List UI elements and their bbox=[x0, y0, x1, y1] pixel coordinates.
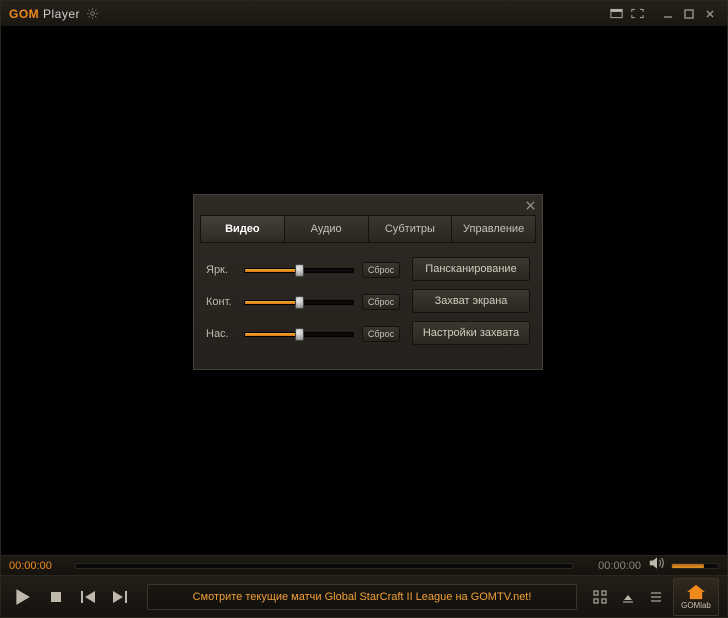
tab-control[interactable]: Управление bbox=[451, 216, 535, 242]
contrast-row: Конт. Сброс bbox=[206, 289, 400, 315]
volume-slider[interactable] bbox=[671, 563, 719, 569]
capture-settings-label: Настройки захвата bbox=[423, 327, 519, 339]
home-icon bbox=[686, 584, 706, 600]
playlist-icon[interactable] bbox=[645, 586, 667, 608]
saturation-slider[interactable] bbox=[244, 332, 354, 337]
time-total: 00:00:00 bbox=[579, 560, 641, 572]
tab-audio[interactable]: Аудио bbox=[284, 216, 368, 242]
control-bar: Смотрите текущие матчи Global StarCraft … bbox=[1, 575, 727, 617]
panel-title-bar[interactable] bbox=[194, 195, 542, 215]
saturation-reset-button[interactable]: Сброс bbox=[362, 326, 400, 342]
open-file-icon[interactable] bbox=[617, 586, 639, 608]
contrast-label: Конт. bbox=[206, 296, 244, 308]
contrast-reset-button[interactable]: Сброс bbox=[362, 294, 400, 310]
tab-video-label: Видео bbox=[225, 223, 260, 235]
seek-slider[interactable] bbox=[75, 563, 573, 569]
gomlab-label: GOMlab bbox=[681, 601, 711, 610]
logo-bold: GOM bbox=[9, 7, 39, 21]
control-panel-icon[interactable] bbox=[589, 586, 611, 608]
app-logo: GOM Player bbox=[9, 7, 80, 21]
time-elapsed: 00:00:00 bbox=[9, 560, 69, 572]
screen-capture-label: Захват экрана bbox=[435, 295, 508, 307]
screen-capture-button[interactable]: Захват экрана bbox=[412, 289, 530, 313]
saturation-row: Нас. Сброс bbox=[206, 321, 400, 347]
minimize-icon[interactable] bbox=[659, 6, 677, 22]
banner-text: Смотрите текущие матчи Global StarCraft … bbox=[193, 591, 532, 603]
gomlab-button[interactable]: GOMlab bbox=[673, 578, 719, 616]
logo-rest: Player bbox=[39, 7, 80, 21]
panel-close-icon[interactable] bbox=[522, 198, 538, 212]
capture-settings-button[interactable]: Настройки захвата bbox=[412, 321, 530, 345]
next-button[interactable] bbox=[109, 586, 131, 608]
brightness-label: Ярк. bbox=[206, 264, 244, 276]
play-button[interactable] bbox=[9, 584, 35, 610]
panscan-button[interactable]: Пансканирование bbox=[412, 257, 530, 281]
contrast-slider[interactable] bbox=[244, 300, 354, 305]
title-bar[interactable]: GOM Player bbox=[1, 1, 727, 27]
compact-mode-icon[interactable] bbox=[607, 6, 625, 22]
brightness-reset-button[interactable]: Сброс bbox=[362, 262, 400, 278]
panscan-label: Пансканирование bbox=[425, 263, 516, 275]
tab-video[interactable]: Видео bbox=[201, 216, 284, 242]
side-button-group: Пансканирование Захват экрана Настройки … bbox=[412, 257, 530, 353]
brightness-row: Ярк. Сброс bbox=[206, 257, 400, 283]
fullscreen-icon[interactable] bbox=[628, 6, 646, 22]
app-window: GOM Player 00:00:00 00:00:00 bbox=[0, 0, 728, 618]
prev-button[interactable] bbox=[77, 586, 99, 608]
panel-tabs: Видео Аудио Субтитры Управление bbox=[200, 215, 536, 243]
stop-button[interactable] bbox=[45, 586, 67, 608]
volume-icon[interactable] bbox=[649, 556, 665, 575]
saturation-label: Нас. bbox=[206, 328, 244, 340]
right-button-group: GOMlab bbox=[583, 578, 719, 616]
banner[interactable]: Смотрите текущие матчи Global StarCraft … bbox=[147, 584, 577, 610]
sliders-group: Ярк. Сброс Конт. Сброс Нас. Сброс bbox=[206, 257, 400, 353]
settings-gear-icon[interactable] bbox=[83, 6, 101, 22]
panel-body: Ярк. Сброс Конт. Сброс Нас. Сброс Панска… bbox=[194, 243, 542, 369]
tab-control-label: Управление bbox=[463, 223, 524, 235]
control-panel-dialog[interactable]: Видео Аудио Субтитры Управление Ярк. Сбр… bbox=[193, 194, 543, 370]
tab-subs-label: Субтитры bbox=[385, 223, 435, 235]
brightness-slider[interactable] bbox=[244, 268, 354, 273]
maximize-icon[interactable] bbox=[680, 6, 698, 22]
tab-audio-label: Аудио bbox=[311, 223, 342, 235]
close-icon[interactable] bbox=[701, 6, 719, 22]
tab-subs[interactable]: Субтитры bbox=[368, 216, 452, 242]
seek-row: 00:00:00 00:00:00 bbox=[1, 555, 727, 575]
